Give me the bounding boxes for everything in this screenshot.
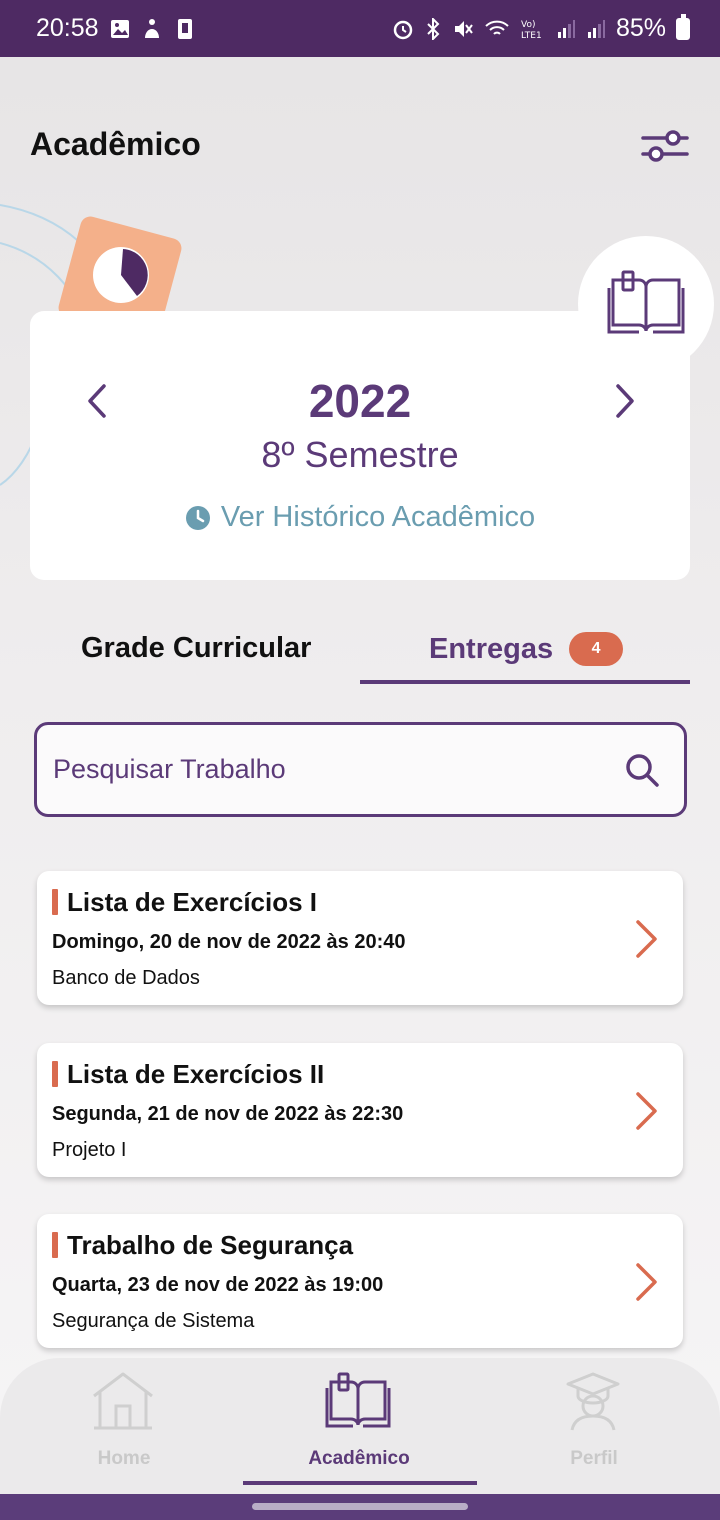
chevron-right-icon[interactable] [634, 1262, 660, 1302]
search-bar [34, 722, 687, 817]
nav-label-home: Home [97, 1448, 151, 1469]
nav-label-academic: Acadêmico [308, 1448, 410, 1469]
home-gesture-handle[interactable] [252, 1503, 468, 1510]
assignment-card[interactable]: Lista de Exercícios I Domingo, 20 de nov… [37, 871, 683, 1005]
volte-icon: Vo)LTE1 [521, 20, 542, 41]
clock-icon [185, 505, 210, 530]
status-right: Vo) LTE1 85% [392, 13, 690, 43]
card-accent-bar [52, 1232, 58, 1258]
nav-label-profile: Perfil [570, 1448, 618, 1469]
semester-label: 8º Semestre [261, 434, 459, 475]
pie-chart-icon [93, 247, 149, 303]
chevron-right-icon[interactable] [634, 1091, 660, 1131]
active-nav-indicator [243, 1481, 477, 1485]
assignment-due-date: Quarta, 23 de nov de 2022 às 19:00 [52, 1274, 384, 1296]
assignment-subject: Segurança de Sistema [52, 1310, 255, 1332]
active-tab-indicator [360, 680, 690, 684]
entregas-count-badge: 4 [569, 632, 624, 666]
battery-level: 85% [615, 14, 666, 42]
assignment-title: Lista de Exercícios I [67, 887, 318, 917]
assignment-subject: Banco de Dados [52, 967, 200, 989]
assignment-title: Lista de Exercícios II [67, 1059, 325, 1089]
page-title: Acadêmico [30, 126, 201, 162]
graduate-icon [566, 1372, 620, 1431]
assignment-due-date: Segunda, 21 de nov de 2022 às 22:30 [52, 1103, 404, 1125]
svg-text:Vo): Vo) [521, 20, 535, 30]
open-book-icon [607, 270, 685, 334]
year-label: 2022 [308, 375, 412, 427]
mute-icon [454, 20, 473, 37]
assignment-card[interactable]: Trabalho de Segurança Quarta, 23 de nov … [37, 1214, 683, 1348]
svg-text:LTE1: LTE1 [521, 31, 542, 41]
battery-icon [676, 13, 690, 40]
chevron-right-icon[interactable] [634, 919, 660, 959]
tab-grade-curricular[interactable]: Grade Curricular [81, 632, 311, 665]
house-icon [93, 1372, 153, 1430]
signal-icon [557, 19, 575, 38]
assignment-title: Trabalho de Segurança [67, 1230, 354, 1260]
bluetooth-icon [427, 17, 440, 40]
status-left: 20:58 [36, 14, 197, 43]
gallery-icon [110, 19, 129, 38]
signal-icon-2 [587, 19, 605, 38]
academic-history-link[interactable]: Ver Histórico Acadêmico [0, 501, 720, 534]
academic-history-label: Ver Histórico Acadêmico [220, 501, 536, 533]
wifi-icon [485, 20, 509, 35]
nav-item-home[interactable]: Home [4, 1358, 244, 1488]
assignment-subject: Projeto I [52, 1139, 127, 1161]
nav-item-profile[interactable]: Perfil [474, 1358, 714, 1488]
assignment-card[interactable]: Lista de Exercícios II Segunda, 21 de no… [37, 1043, 683, 1177]
status-bar: 20:58 Vo) LTE1 85% [0, 0, 720, 57]
book-badge [578, 236, 714, 372]
app-icon [177, 18, 192, 39]
accessibility-icon [144, 18, 159, 38]
bottom-navigation: Home Acadêmico Perfil [0, 1358, 720, 1494]
open-book-icon [325, 1372, 391, 1428]
status-time: 20:58 [36, 14, 99, 42]
tab-entregas-label: Entregas [429, 632, 554, 665]
nav-item-academic[interactable]: Acadêmico [239, 1358, 479, 1488]
tab-entregas[interactable]: Entregas 4 [429, 632, 624, 666]
search-input[interactable] [53, 754, 624, 785]
card-accent-bar [52, 889, 58, 915]
sliders-icon[interactable] [640, 124, 690, 168]
card-accent-bar [52, 1061, 58, 1087]
assignment-due-date: Domingo, 20 de nov de 2022 às 20:40 [52, 931, 406, 953]
alarm-icon [393, 20, 413, 39]
search-icon[interactable] [624, 752, 660, 788]
